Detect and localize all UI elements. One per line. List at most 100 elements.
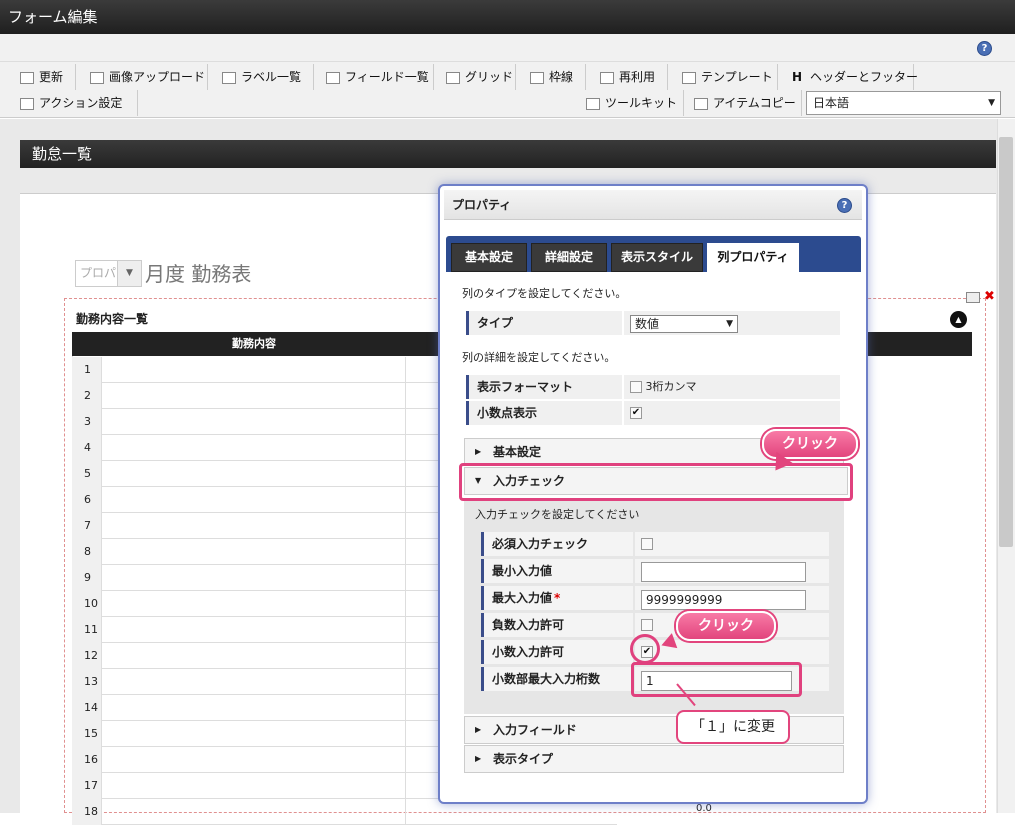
row-number: 18 (72, 799, 102, 825)
work-content-cell[interactable] (102, 747, 406, 773)
month-select[interactable]: プロパ ▼ (75, 260, 142, 287)
chevron-down-icon: ▼ (726, 319, 733, 329)
work-content-cell[interactable] (102, 773, 406, 799)
row-number: 9 (72, 565, 102, 591)
min-value-input[interactable] (641, 562, 806, 582)
format-value-cell: 3桁カンマ (624, 375, 840, 399)
window-title: フォーム編集 (0, 0, 1015, 34)
row-number: 15 (72, 721, 102, 747)
change-note: 「１」に変更 (676, 710, 790, 744)
work-content-cell[interactable] (102, 539, 406, 565)
delete-icon[interactable]: ✖ (984, 289, 995, 304)
row-number: 4 (72, 435, 102, 461)
header-footer-button[interactable]: H ヘッダーとフッター (786, 64, 918, 90)
work-content-cell[interactable] (102, 357, 406, 383)
work-content-cell[interactable] (102, 383, 406, 409)
row-number: 3 (72, 409, 102, 435)
type-hint: 列のタイプを設定してください。 (462, 287, 627, 300)
image-upload-button[interactable]: 画像アップロード (84, 64, 208, 90)
required-mark: * (554, 591, 561, 605)
reuse-button[interactable]: 再利用 (594, 64, 668, 90)
highlight-input-check (459, 463, 853, 501)
row-number: 14 (72, 695, 102, 721)
scrollbar-thumb[interactable] (999, 137, 1013, 547)
item-copy-button[interactable]: アイテムコピー (688, 90, 802, 116)
image-upload-icon (90, 71, 104, 84)
work-content-cell[interactable] (102, 617, 406, 643)
item-copy-icon (694, 97, 708, 110)
panel-help-icon[interactable]: ? (837, 198, 852, 213)
form-title: 勤怠一覧 (20, 140, 996, 168)
field-list-icon (326, 71, 340, 84)
thousands-comma-checkbox[interactable] (630, 381, 642, 393)
grid-icon (446, 71, 460, 84)
template-button[interactable]: テンプレート (676, 64, 778, 90)
border-button[interactable]: 枠線 (524, 64, 586, 90)
tab-basic-settings[interactable]: 基本設定 (451, 243, 527, 272)
format-label: 表示フォーマット (466, 375, 622, 399)
row-number: 16 (72, 747, 102, 773)
work-content-cell[interactable] (102, 565, 406, 591)
work-content-cell[interactable] (102, 721, 406, 747)
decimal-display-checkbox[interactable]: ✔ (630, 407, 642, 419)
column-header: 勤務内容 (232, 337, 276, 350)
decimal-digits-label: 小数部最大入力桁数 (481, 667, 633, 691)
decimal-display-label: 小数点表示 (466, 401, 622, 425)
chevron-down-icon: ▼ (117, 261, 141, 286)
collapse-icon[interactable]: ▲ (950, 311, 967, 328)
row-number: 12 (72, 643, 102, 669)
table-tools[interactable]: ✖ (966, 289, 995, 306)
row-number: 1 (72, 357, 102, 383)
tab-column-properties[interactable]: 列プロパティ (707, 243, 799, 272)
required-check-cell (635, 532, 829, 556)
row-number: 7 (72, 513, 102, 539)
chevron-right-icon: ▶ (475, 754, 482, 763)
template-icon (682, 71, 696, 84)
help-icon[interactable]: ? (977, 41, 992, 56)
field-list-button[interactable]: フィールド一覧 (320, 64, 434, 90)
highlight-decimal-allow (630, 634, 660, 664)
row-number: 5 (72, 461, 102, 487)
work-content-cell[interactable] (102, 799, 406, 825)
work-content-cell[interactable] (102, 409, 406, 435)
update-button[interactable]: 更新 (14, 64, 76, 90)
negative-allow-label: 負数入力許可 (481, 613, 633, 637)
work-content-cell[interactable] (102, 513, 406, 539)
row-number: 2 (72, 383, 102, 409)
row-number: 11 (72, 617, 102, 643)
toolkit-button[interactable]: ツールキット (580, 90, 684, 116)
work-content-cell[interactable] (102, 487, 406, 513)
panel-title: プロパティ (444, 190, 862, 220)
row-number: 10 (72, 591, 102, 617)
label-list-button[interactable]: ラベル一覧 (216, 64, 314, 90)
chevron-right-icon: ▶ (475, 725, 482, 734)
type-select[interactable]: 数値 ▼ (630, 315, 738, 333)
table-icon[interactable] (966, 292, 980, 303)
work-content-cell[interactable] (102, 461, 406, 487)
month-title: 月度 勤務表 (145, 262, 252, 286)
highlight-decimal-digits (631, 662, 802, 697)
action-settings-button[interactable]: アクション設定 (14, 90, 138, 116)
tab-detail-settings[interactable]: 詳細設定 (531, 243, 607, 272)
language-select[interactable]: 日本語 ▼ (806, 91, 1001, 115)
row-number: 8 (72, 539, 102, 565)
reuse-icon (600, 71, 614, 84)
detail-hint: 列の詳細を設定してください。 (462, 351, 616, 364)
chevron-right-icon: ▶ (475, 447, 482, 456)
grid-button[interactable]: グリッド (440, 64, 516, 90)
input-check-hint: 入力チェックを設定してください (475, 508, 640, 521)
work-content-cell[interactable] (102, 643, 406, 669)
negative-allow-checkbox[interactable] (641, 619, 653, 631)
section-display-type[interactable]: ▶ 表示タイプ (464, 745, 844, 773)
work-content-cell[interactable] (102, 669, 406, 695)
work-content-cell[interactable] (102, 591, 406, 617)
click-callout-2: クリック (676, 611, 776, 641)
required-check-checkbox[interactable] (641, 538, 653, 550)
min-value-label: 最小入力値 (481, 559, 633, 583)
max-value-input[interactable]: 9999999999 (641, 590, 806, 610)
work-content-cell[interactable] (102, 435, 406, 461)
last-cell-value: 0.0 (696, 803, 712, 814)
work-content-cell[interactable] (102, 695, 406, 721)
decimal-allow-label: 小数入力許可 (481, 640, 633, 664)
tab-display-style[interactable]: 表示スタイル (611, 243, 703, 272)
